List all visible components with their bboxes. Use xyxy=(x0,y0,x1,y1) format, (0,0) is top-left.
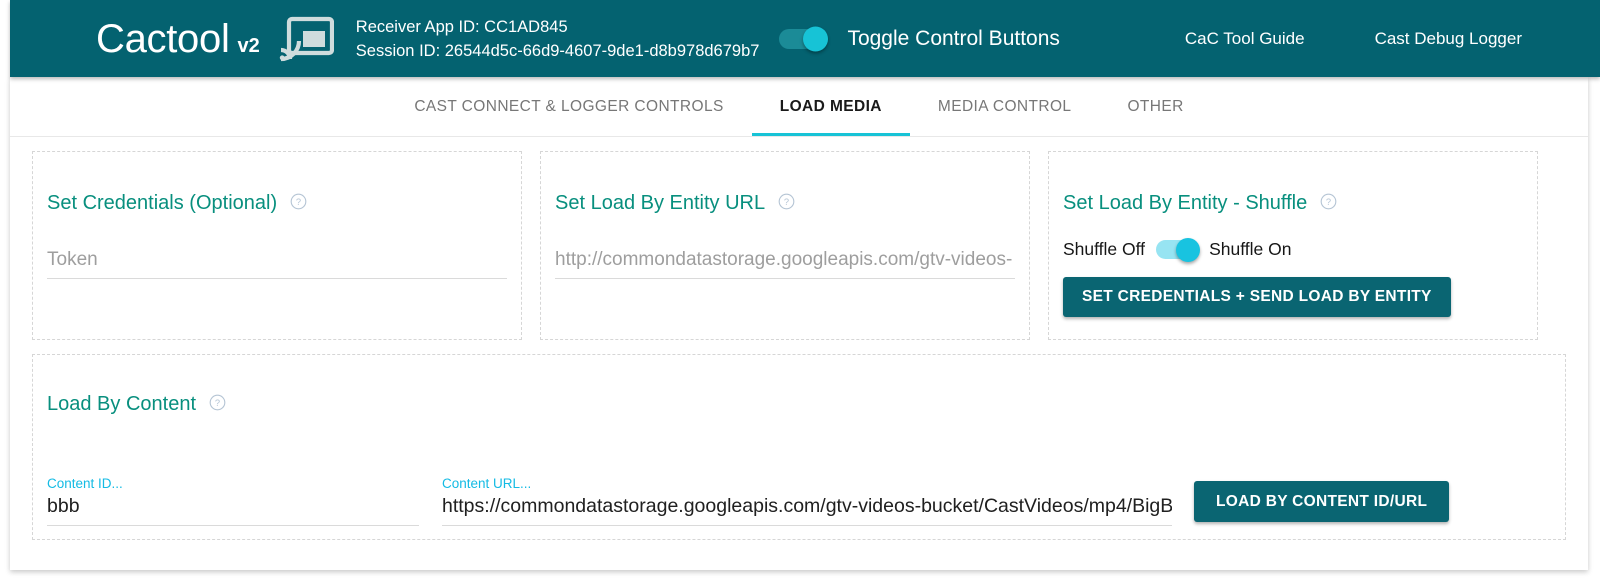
help-circle-icon[interactable]: ? xyxy=(778,193,795,210)
svg-text:?: ? xyxy=(784,197,789,207)
app-header: Cactool v2 Receiver App ID: CC1AD845 Ses… xyxy=(10,0,1600,77)
svg-text:?: ? xyxy=(1326,197,1331,207)
switch-knob xyxy=(1176,237,1201,262)
card-title: Set Load By Entity - Shuffle xyxy=(1063,192,1308,214)
link-cast-debug-logger[interactable]: Cast Debug Logger xyxy=(1375,29,1522,49)
content-id-label: Content ID... xyxy=(47,476,123,491)
help-circle-icon[interactable]: ? xyxy=(290,193,307,210)
brand-name: Cactool xyxy=(96,16,230,61)
main-panel: CAST CONNECT & LOGGER CONTROLS LOAD MEDI… xyxy=(10,77,1588,570)
svg-text:?: ? xyxy=(296,197,301,207)
token-field-wrapper: Token xyxy=(47,249,507,279)
entity-url-field-wrapper: http://commondatastorage.googleapis.com/… xyxy=(555,249,1015,279)
load-by-content-button-holder: LOAD BY CONTENT ID/URL xyxy=(1194,481,1450,526)
cast-icon xyxy=(279,16,334,61)
shuffle-off-label: Shuffle Off xyxy=(1063,239,1146,259)
toggle-control-buttons-switch[interactable] xyxy=(779,26,829,51)
token-input[interactable]: Token xyxy=(47,249,98,270)
content-url-label: Content URL... xyxy=(442,476,532,491)
shuffle-on-label: Shuffle On xyxy=(1209,239,1292,259)
tab-cast-connect-logger-controls[interactable]: CAST CONNECT & LOGGER CONTROLS xyxy=(386,77,751,136)
card-title: Load By Content xyxy=(47,393,196,415)
content-url-input[interactable]: https://commondatastorage.googleapis.com… xyxy=(442,495,1172,517)
brand: Cactool v2 xyxy=(96,19,260,59)
brand-version: v2 xyxy=(237,34,260,57)
help-circle-icon[interactable]: ? xyxy=(209,394,226,411)
control-buttons-toggle-group: Toggle Control Buttons xyxy=(779,26,1060,51)
switch-knob xyxy=(803,26,829,51)
tab-other[interactable]: OTHER xyxy=(1099,77,1211,136)
tab-bar: CAST CONNECT & LOGGER CONTROLS LOAD MEDI… xyxy=(10,77,1588,137)
cards-row: Set Credentials (Optional) ? Token Set L… xyxy=(10,137,1588,340)
shuffle-toggle-group: Shuffle Off Shuffle On xyxy=(1063,237,1523,262)
session-id: Session ID: 26544d5c-66d9-4607-9de1-d8b9… xyxy=(355,41,760,60)
card-load-by-content: Load By Content ? Content ID... bbb Cont… xyxy=(32,354,1566,540)
receiver-app-id: Receiver App ID: CC1AD845 xyxy=(355,17,568,36)
content-id-field-wrapper: Content ID... bbb xyxy=(47,476,419,526)
shuffle-switch[interactable] xyxy=(1156,237,1201,262)
toggle-control-buttons-label: Toggle Control Buttons xyxy=(847,26,1060,50)
load-by-content-fields: Content ID... bbb Content URL... https:/… xyxy=(47,442,1551,526)
svg-text:?: ? xyxy=(215,398,220,408)
entity-url-input[interactable]: http://commondatastorage.googleapis.com/… xyxy=(555,249,1012,270)
content-id-input[interactable]: bbb xyxy=(47,495,80,517)
help-circle-icon[interactable]: ? xyxy=(1320,193,1337,210)
content-url-field-wrapper: Content URL... https://commondatastorage… xyxy=(442,476,1172,526)
header-links: CaC Tool Guide Cast Debug Logger xyxy=(1185,29,1600,49)
set-credentials-send-load-by-entity-button[interactable]: SET CREDENTIALS + SEND LOAD BY ENTITY xyxy=(1063,277,1451,317)
session-info: Receiver App ID: CC1AD845 Session ID: 26… xyxy=(356,15,760,63)
card-title: Set Load By Entity URL xyxy=(555,192,766,214)
card-set-load-by-entity-shuffle: Set Load By Entity - Shuffle ? Shuffle O… xyxy=(1048,151,1538,340)
card-set-load-by-entity-url: Set Load By Entity URL ? http://commonda… xyxy=(540,151,1030,340)
tab-load-media[interactable]: LOAD MEDIA xyxy=(751,77,911,136)
card-title: Set Credentials (Optional) xyxy=(47,192,278,214)
link-cac-tool-guide[interactable]: CaC Tool Guide xyxy=(1185,29,1305,49)
card-set-credentials: Set Credentials (Optional) ? Token xyxy=(32,151,522,340)
app-root: Cactool v2 Receiver App ID: CC1AD845 Ses… xyxy=(0,0,1600,585)
load-by-content-id-url-button[interactable]: LOAD BY CONTENT ID/URL xyxy=(1194,481,1450,522)
tab-media-control[interactable]: MEDIA CONTROL xyxy=(910,77,1100,136)
